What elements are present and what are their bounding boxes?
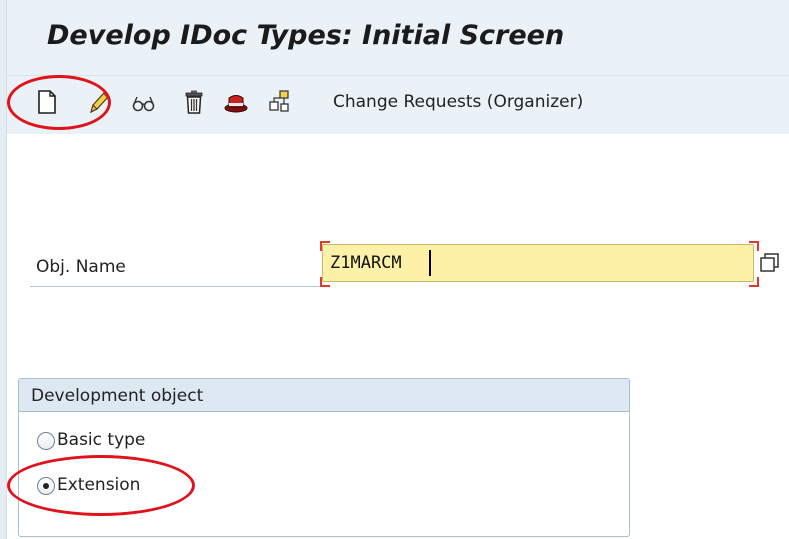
copy-icon[interactable] [223, 88, 249, 116]
change-requests-button[interactable]: Change Requests (Organizer) [333, 92, 583, 112]
left-frame-edge [0, 0, 7, 539]
text-cursor [429, 250, 431, 276]
page-title: Develop IDoc Types: Initial Screen [47, 20, 565, 51]
title-bar: Develop IDoc Types: Initial Screen [7, 0, 789, 76]
display-icon[interactable] [131, 88, 157, 116]
create-icon[interactable] [34, 88, 60, 116]
focus-bracket-top-left [320, 241, 330, 251]
radio-basic-type-circle[interactable] [37, 432, 55, 450]
value-help-icon[interactable] [759, 251, 781, 275]
radio-basic-type-label: Basic type [57, 430, 146, 450]
group-header: Development object [19, 379, 629, 412]
obj-name-label: Obj. Name [36, 257, 126, 277]
change-icon[interactable] [85, 88, 111, 116]
focus-bracket-top-right [749, 241, 759, 251]
delete-icon[interactable] [181, 88, 207, 116]
radio-extension-circle[interactable] [37, 477, 55, 495]
focus-bracket-bottom-right [749, 277, 759, 287]
obj-name-input[interactable] [322, 244, 754, 282]
field-underline [30, 286, 320, 287]
development-object-group: Development object Basic type Extension [18, 378, 630, 537]
group-title: Development object [31, 386, 204, 406]
rename-icon[interactable] [266, 88, 292, 116]
radio-extension-label: Extension [57, 475, 141, 495]
focus-bracket-bottom-left [320, 277, 330, 287]
